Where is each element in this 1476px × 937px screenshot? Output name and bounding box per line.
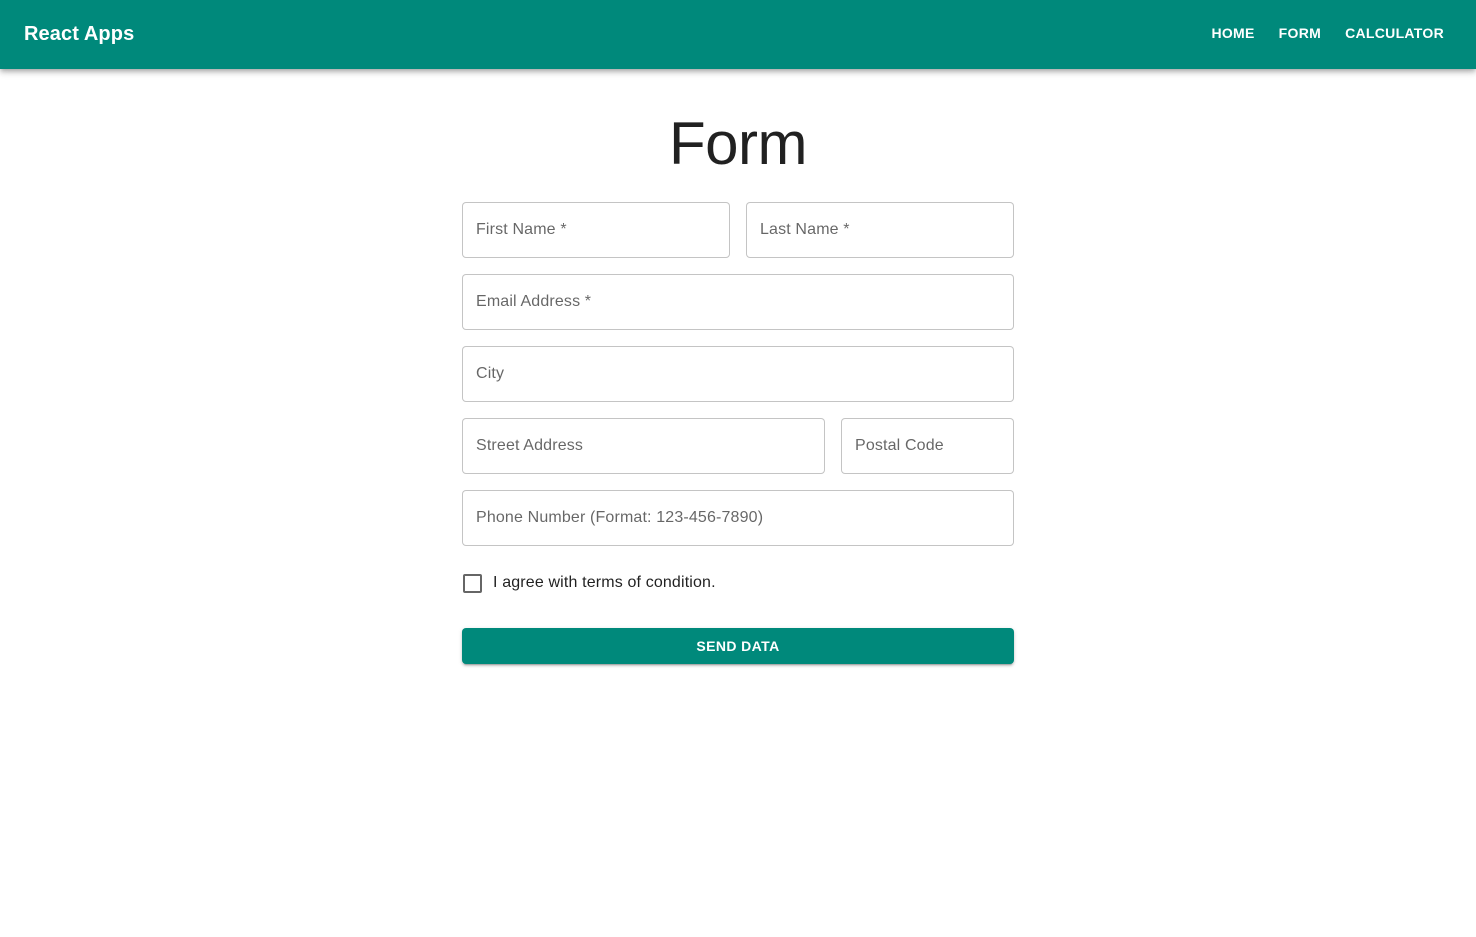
postal-code-field[interactable]: Postal Code [841, 418, 1014, 474]
nav-calculator-link[interactable]: CALCULATOR [1337, 19, 1452, 47]
app-brand[interactable]: React Apps [24, 0, 134, 69]
street-address-label: Street Address [476, 437, 584, 454]
terms-row: I agree with terms of condition. [462, 566, 716, 600]
app-bar: React Apps HOME FORM CALCULATOR [0, 0, 1476, 69]
terms-checkbox[interactable] [463, 573, 482, 593]
last-name-field[interactable]: Last Name * [746, 202, 1014, 258]
phone-number-label: Phone Number (Format: 123-456-7890) [476, 509, 764, 526]
first-name-field[interactable]: First Name * [462, 202, 730, 258]
send-data-button[interactable]: SEND DATA [462, 628, 1014, 664]
phone-number-field[interactable]: Phone Number (Format: 123-456-7890) [462, 490, 1014, 546]
top-nav: HOME FORM CALCULATOR [1195, 0, 1452, 66]
nav-form-link[interactable]: FORM [1271, 19, 1329, 47]
first-name-label: First Name * [476, 221, 567, 238]
terms-label[interactable]: I agree with terms of condition. [493, 574, 716, 592]
street-address-field[interactable]: Street Address [462, 418, 825, 474]
postal-code-label: Postal Code [855, 437, 944, 454]
last-name-label: Last Name * [760, 221, 850, 238]
email-label: Email Address * [476, 293, 592, 310]
city-label: City [476, 365, 505, 382]
page-title: Form [669, 110, 807, 177]
email-field[interactable]: Email Address * [462, 274, 1014, 330]
nav-home-link[interactable]: HOME [1203, 19, 1262, 47]
city-field[interactable]: City [462, 346, 1014, 402]
